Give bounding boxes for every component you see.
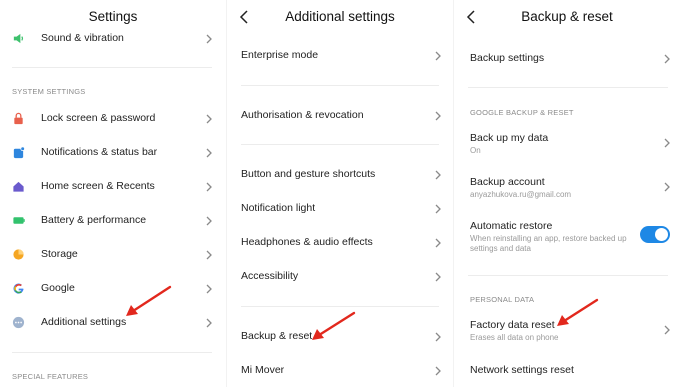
more-dots-icon xyxy=(12,316,25,329)
settings-item-label: Sound & vibration xyxy=(41,32,124,44)
item-label: Accessibility xyxy=(241,270,299,282)
settings-item-label: Notifications & status bar xyxy=(41,146,158,158)
item-label: Enterprise mode xyxy=(241,49,319,61)
additional-settings-header: Additional settings xyxy=(227,0,453,34)
home-icon xyxy=(13,181,24,192)
backup-settings-item[interactable]: Backup settings xyxy=(454,46,680,72)
chevron-right-icon xyxy=(435,366,441,376)
chevron-right-icon xyxy=(435,170,441,180)
divider xyxy=(468,87,668,88)
settings-panel: Settings Sound & vibration SYSTEM SETTIN… xyxy=(0,0,226,387)
toggle-knob xyxy=(655,228,668,241)
chevron-right-icon xyxy=(435,204,441,214)
settings-item-label: Lock screen & password xyxy=(41,112,156,124)
chevron-right-icon xyxy=(435,272,441,282)
additional-item-mi-mover[interactable]: Mi Mover xyxy=(227,360,453,382)
item-subtitle: When reinstalling an app, restore backed… xyxy=(470,234,627,243)
settings-item-notifications-status-bar[interactable]: Notifications & status bar xyxy=(0,142,226,164)
settings-item-label: Battery & performance xyxy=(41,214,147,226)
item-label: Backup settings xyxy=(470,52,545,64)
automatic-restore-item: Automatic restore When reinstalling an a… xyxy=(454,216,680,258)
additional-item-accessibility[interactable]: Accessibility xyxy=(227,266,453,288)
lock-icon xyxy=(14,112,23,125)
item-label: Mi Mover xyxy=(241,364,285,376)
item-label: Notification light xyxy=(241,202,316,214)
backup-account-item[interactable]: Backup account anyazhukova.ru@gmail.com xyxy=(454,172,680,204)
divider xyxy=(468,275,668,276)
page-title: Settings xyxy=(88,9,138,24)
annotation-arrow xyxy=(312,311,356,340)
item-label: Backup account xyxy=(470,176,545,188)
chevron-right-icon xyxy=(435,51,441,61)
network-settings-reset-item[interactable]: Network settings reset xyxy=(454,360,680,382)
google-icon xyxy=(13,283,24,294)
chevron-right-icon xyxy=(664,182,670,192)
settings-item-battery-performance[interactable]: Battery & performance xyxy=(0,210,226,232)
page-title: Backup & reset xyxy=(521,9,613,24)
divider xyxy=(241,306,439,307)
item-subtitle: settings and data xyxy=(470,244,531,253)
additional-item-enterprise-mode[interactable]: Enterprise mode xyxy=(227,45,453,67)
automatic-restore-toggle[interactable] xyxy=(640,226,670,243)
settings-item-sound[interactable]: Sound & vibration xyxy=(0,28,226,50)
settings-item-home-screen-recents[interactable]: Home screen & Recents xyxy=(0,176,226,198)
settings-item-label: Home screen & Recents xyxy=(41,180,155,192)
settings-item-label: Additional settings xyxy=(41,316,127,328)
battery-icon xyxy=(13,217,25,224)
chevron-right-icon xyxy=(664,54,670,64)
settings-item-storage[interactable]: Storage xyxy=(0,244,226,266)
section-header-system: SYSTEM SETTINGS xyxy=(12,87,86,96)
item-label: Back up my data xyxy=(470,132,549,144)
settings-item-lock-screen-password[interactable]: Lock screen & password xyxy=(0,108,226,130)
chevron-right-icon xyxy=(435,111,441,121)
item-label: Headphones & audio effects xyxy=(241,236,373,248)
divider xyxy=(241,144,439,145)
speaker-icon xyxy=(13,33,24,44)
page-title: Additional settings xyxy=(285,9,395,24)
item-label: Button and gesture shortcuts xyxy=(241,168,376,180)
notification-icon xyxy=(13,146,25,159)
settings-item-google[interactable]: Google xyxy=(0,278,226,300)
divider xyxy=(241,85,439,86)
additional-item-notification-light[interactable]: Notification light xyxy=(227,198,453,220)
chevron-right-icon xyxy=(206,284,212,294)
item-label: Backup & reset xyxy=(241,330,313,342)
annotation-arrow xyxy=(557,298,599,326)
settings-item-label: Storage xyxy=(41,248,78,260)
section-header-google: GOOGLE BACKUP & RESET xyxy=(470,108,574,117)
chevron-right-icon xyxy=(664,325,670,335)
section-header-personal: PERSONAL DATA xyxy=(470,295,535,304)
annotation-arrow xyxy=(126,285,172,316)
item-subtitle: On xyxy=(470,146,481,155)
item-label: Authorisation & revocation xyxy=(241,109,364,121)
divider xyxy=(12,352,212,353)
chevron-right-icon xyxy=(206,148,212,158)
chevron-right-icon xyxy=(664,138,670,148)
chevron-right-icon xyxy=(206,216,212,226)
storage-pie-icon xyxy=(13,249,24,260)
divider xyxy=(12,67,212,68)
chevron-right-icon xyxy=(206,182,212,192)
backup-my-data-item[interactable]: Back up my data On xyxy=(454,128,680,160)
chevron-right-icon xyxy=(206,34,212,44)
additional-item-authorisation-revocation[interactable]: Authorisation & revocation xyxy=(227,105,453,127)
section-header-special: SPECIAL FEATURES xyxy=(12,372,89,381)
chevron-right-icon xyxy=(206,318,212,328)
item-label: Network settings reset xyxy=(470,364,574,376)
additional-item-button-and-gesture-shortcuts[interactable]: Button and gesture shortcuts xyxy=(227,164,453,186)
item-subtitle: anyazhukova.ru@gmail.com xyxy=(470,190,572,199)
additional-item-headphones-audio-effects[interactable]: Headphones & audio effects xyxy=(227,232,453,254)
backup-reset-header: Backup & reset xyxy=(454,0,680,34)
chevron-right-icon xyxy=(435,238,441,248)
settings-item-additional-settings[interactable]: Additional settings xyxy=(0,312,226,334)
chevron-right-icon xyxy=(206,114,212,124)
item-label: Factory data reset xyxy=(470,319,555,331)
settings-item-label: Google xyxy=(41,282,75,294)
item-subtitle: Erases all data on phone xyxy=(470,333,559,342)
chevron-right-icon xyxy=(435,332,441,342)
item-label: Automatic restore xyxy=(470,220,553,232)
chevron-right-icon xyxy=(206,250,212,260)
